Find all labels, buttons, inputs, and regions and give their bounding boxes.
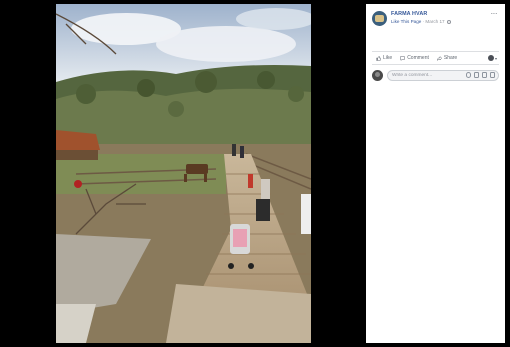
post-photo[interactable] [56, 4, 311, 343]
post-meta: Like This Page · March 17 [391, 19, 451, 24]
comment-box[interactable] [387, 69, 499, 81]
globe-icon [446, 19, 451, 24]
post-date[interactable]: March 17 [425, 19, 444, 24]
share-button[interactable]: Share [433, 55, 461, 61]
share-arrow-icon [436, 55, 442, 61]
like-label: Like [383, 55, 393, 61]
post-sidebar: FARMA HVAR Like This Page · March 17 ···… [366, 4, 505, 343]
reaction-selector[interactable]: ▾ [487, 55, 499, 61]
comment-button[interactable]: Comment [396, 55, 433, 61]
commenter-avatar [372, 69, 383, 81]
page-name[interactable]: FARMA HVAR [391, 11, 427, 17]
more-options-icon[interactable]: ··· [491, 10, 498, 18]
comment-tools [465, 72, 499, 78]
like-page-link[interactable]: Like This Page [391, 19, 421, 24]
profile-avatar-icon [487, 55, 494, 61]
comment-composer [372, 68, 499, 82]
like-button[interactable]: Like [372, 55, 396, 61]
comment-label: Comment [407, 55, 429, 61]
sticker-icon[interactable] [489, 72, 495, 78]
share-label: Share [443, 55, 458, 61]
thumbs-up-icon [376, 55, 382, 61]
post-actions: Like Comment Share ▾ [372, 51, 499, 65]
chevron-down-icon: ▾ [494, 55, 497, 61]
emoji-icon[interactable] [465, 72, 471, 78]
gif-icon[interactable] [481, 72, 487, 78]
page-avatar[interactable] [372, 11, 387, 26]
comment-input[interactable] [392, 72, 452, 78]
camera-icon[interactable] [473, 72, 479, 78]
speech-bubble-icon [400, 55, 405, 61]
photo-viewer [0, 0, 366, 347]
post-header: FARMA HVAR Like This Page · March 17 ··· [372, 10, 499, 30]
